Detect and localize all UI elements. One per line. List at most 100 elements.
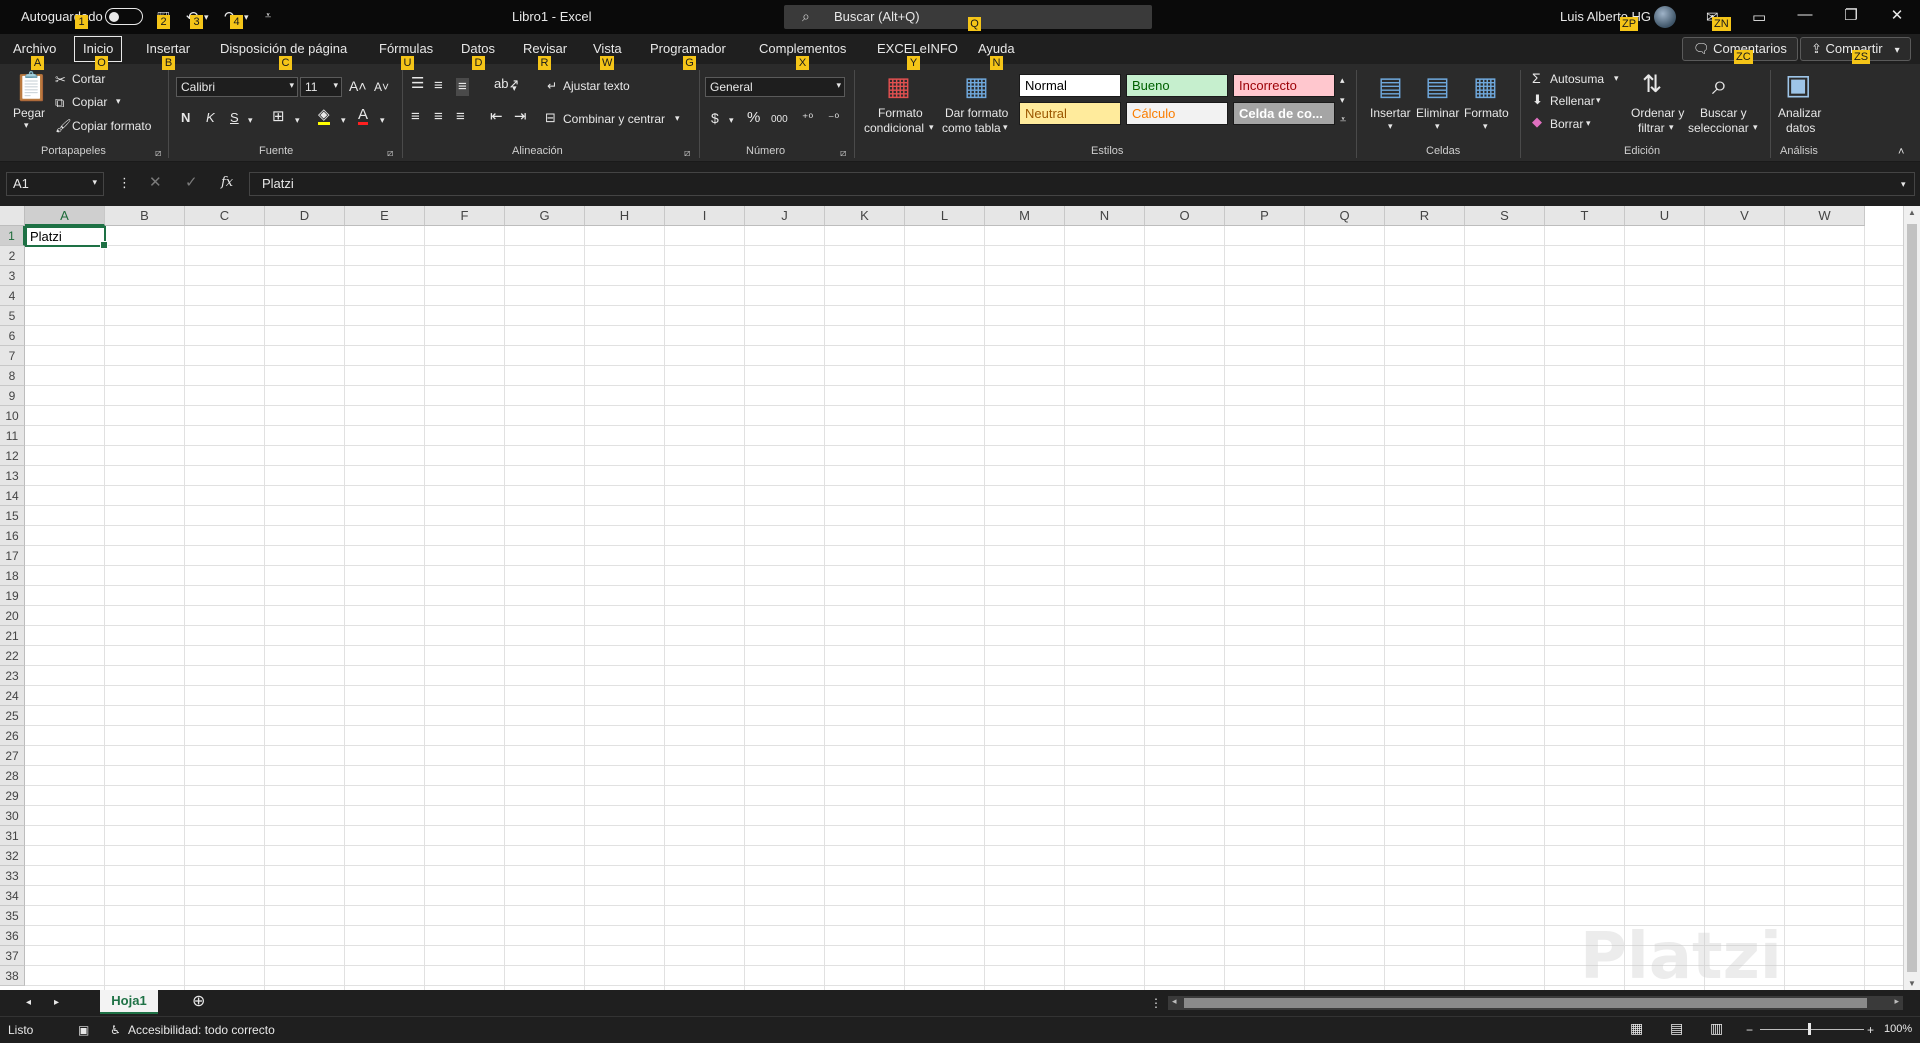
row-header[interactable]: 16: [0, 526, 25, 546]
row-header[interactable]: 21: [0, 626, 25, 646]
analyze-data-label-2[interactable]: datos: [1786, 121, 1815, 135]
fill-button[interactable]: Rellenar: [1550, 94, 1595, 108]
borders-dropdown-icon[interactable]: ▾: [295, 112, 300, 128]
merge-dropdown-icon[interactable]: ▾: [675, 113, 680, 124]
style-incorrecto[interactable]: Incorrecto: [1233, 74, 1335, 97]
tab-datos[interactable]: Datos: [461, 41, 495, 56]
increase-indent-icon[interactable]: ⇥: [514, 109, 527, 125]
scroll-left-icon[interactable]: ◂: [1172, 996, 1177, 1007]
borders-icon[interactable]: ⊞: [272, 109, 285, 125]
tab-insertar[interactable]: Insertar: [146, 41, 190, 56]
align-top-icon[interactable]: ☰: [411, 76, 424, 92]
row-header[interactable]: 1: [0, 226, 25, 246]
column-header[interactable]: Q: [1305, 206, 1385, 226]
number-format-select[interactable]: General ▾: [705, 77, 845, 97]
column-header[interactable]: E: [345, 206, 425, 226]
copy-button[interactable]: Copiar: [72, 95, 107, 109]
row-header[interactable]: 37: [0, 946, 25, 966]
column-header[interactable]: H: [585, 206, 665, 226]
row-header[interactable]: 24: [0, 686, 25, 706]
row-header[interactable]: 8: [0, 366, 25, 386]
row-header[interactable]: 34: [0, 886, 25, 906]
zoom-in-icon[interactable]: +: [1867, 1023, 1874, 1037]
orientation-dropdown-icon[interactable]: ▾: [512, 80, 517, 96]
column-header[interactable]: F: [425, 206, 505, 226]
column-header[interactable]: P: [1225, 206, 1305, 226]
avatar[interactable]: [1654, 6, 1676, 28]
decrease-indent-icon[interactable]: ⇤: [490, 109, 503, 125]
column-header[interactable]: M: [985, 206, 1065, 226]
underline-button[interactable]: S: [230, 110, 239, 126]
increase-font-icon[interactable]: A˄: [349, 78, 367, 94]
styles-more-icon[interactable]: ⩡: [1340, 112, 1346, 128]
fill-color-dropdown-icon[interactable]: ▾: [341, 112, 346, 128]
row-header[interactable]: 31: [0, 826, 25, 846]
percent-button[interactable]: %: [747, 110, 760, 126]
sort-filter-label-1[interactable]: Ordenar y: [1631, 106, 1684, 120]
minimize-button[interactable]: —: [1782, 6, 1828, 23]
row-header[interactable]: 36: [0, 926, 25, 946]
decrease-font-icon[interactable]: A˅: [374, 79, 389, 95]
cancel-icon[interactable]: ✕: [149, 175, 162, 191]
paste-dropdown-icon[interactable]: ▾: [24, 120, 29, 131]
clipboard-launcher-icon[interactable]: ⧄: [155, 148, 161, 159]
clear-dropdown-icon[interactable]: ▾: [1586, 118, 1591, 129]
column-header[interactable]: V: [1705, 206, 1785, 226]
row-header[interactable]: 38: [0, 966, 25, 986]
number-launcher-icon[interactable]: ⧄: [840, 148, 846, 159]
underline-dropdown-icon[interactable]: ▾: [248, 112, 253, 128]
row-header[interactable]: 7: [0, 346, 25, 366]
style-celda-comprobacion[interactable]: Celda de co...: [1233, 102, 1335, 125]
styles-scroll-up-icon[interactable]: ▴: [1340, 72, 1345, 88]
fill-color-icon[interactable]: ◈: [318, 107, 330, 125]
format-as-table-label-1[interactable]: Dar formato: [945, 106, 1008, 120]
tab-revisar[interactable]: Revisar: [523, 41, 567, 56]
align-center-icon[interactable]: ≡: [434, 109, 443, 125]
format-cells-icon[interactable]: ▦: [1473, 72, 1498, 100]
autosum-dropdown-icon[interactable]: ▾: [1614, 73, 1619, 84]
autosave-toggle[interactable]: [105, 8, 143, 25]
row-header[interactable]: 25: [0, 706, 25, 726]
tab-programador[interactable]: Programador: [650, 41, 726, 56]
customize-qat-icon[interactable]: ⩡: [265, 10, 271, 23]
format-cells-dropdown-icon[interactable]: ▾: [1483, 121, 1488, 132]
align-left-icon[interactable]: ≡: [411, 109, 420, 125]
next-sheet-icon[interactable]: ▸: [54, 995, 59, 1011]
row-header[interactable]: 12: [0, 446, 25, 466]
formula-input[interactable]: Platzi: [249, 172, 1915, 196]
copy-dropdown-icon[interactable]: ▾: [116, 96, 121, 107]
zoom-out-icon[interactable]: −: [1746, 1023, 1753, 1037]
style-calculo[interactable]: Cálculo: [1126, 102, 1228, 125]
font-size-select[interactable]: 11 ▾: [300, 77, 342, 97]
analyze-data-icon[interactable]: ▣: [1785, 70, 1811, 100]
macro-record-icon[interactable]: ▣: [78, 1023, 89, 1037]
delete-cells-button[interactable]: Eliminar: [1416, 106, 1459, 120]
currency-button[interactable]: $: [711, 110, 719, 126]
active-cell[interactable]: Platzi: [25, 226, 108, 249]
row-header[interactable]: 22: [0, 646, 25, 666]
italic-button[interactable]: K: [206, 110, 215, 126]
font-color-dropdown-icon[interactable]: ▾: [380, 112, 385, 128]
horizontal-scroll-thumb[interactable]: [1184, 998, 1867, 1008]
sort-filter-dropdown-icon[interactable]: ▾: [1669, 122, 1674, 133]
tab-archivo[interactable]: Archivo: [13, 41, 56, 56]
row-header[interactable]: 32: [0, 846, 25, 866]
insert-cells-button[interactable]: Insertar: [1370, 106, 1411, 120]
find-select-dropdown-icon[interactable]: ▾: [1753, 122, 1758, 133]
find-select-label-1[interactable]: Buscar y: [1700, 106, 1747, 120]
style-bueno[interactable]: Bueno: [1126, 74, 1228, 97]
conditional-format-icon[interactable]: ▦: [886, 72, 911, 100]
font-launcher-icon[interactable]: ⧄: [387, 148, 393, 159]
row-header[interactable]: 2: [0, 246, 25, 266]
row-header[interactable]: 28: [0, 766, 25, 786]
row-header[interactable]: 19: [0, 586, 25, 606]
enter-icon[interactable]: ✓: [185, 175, 198, 191]
row-header[interactable]: 3: [0, 266, 25, 286]
column-header[interactable]: L: [905, 206, 985, 226]
font-name-select[interactable]: Calibri ▾: [176, 77, 298, 97]
zoom-slider-thumb[interactable]: [1808, 1023, 1811, 1035]
tab-disposicion[interactable]: Disposición de página: [220, 41, 347, 56]
row-header[interactable]: 9: [0, 386, 25, 406]
column-header[interactable]: D: [265, 206, 345, 226]
column-header[interactable]: O: [1145, 206, 1225, 226]
